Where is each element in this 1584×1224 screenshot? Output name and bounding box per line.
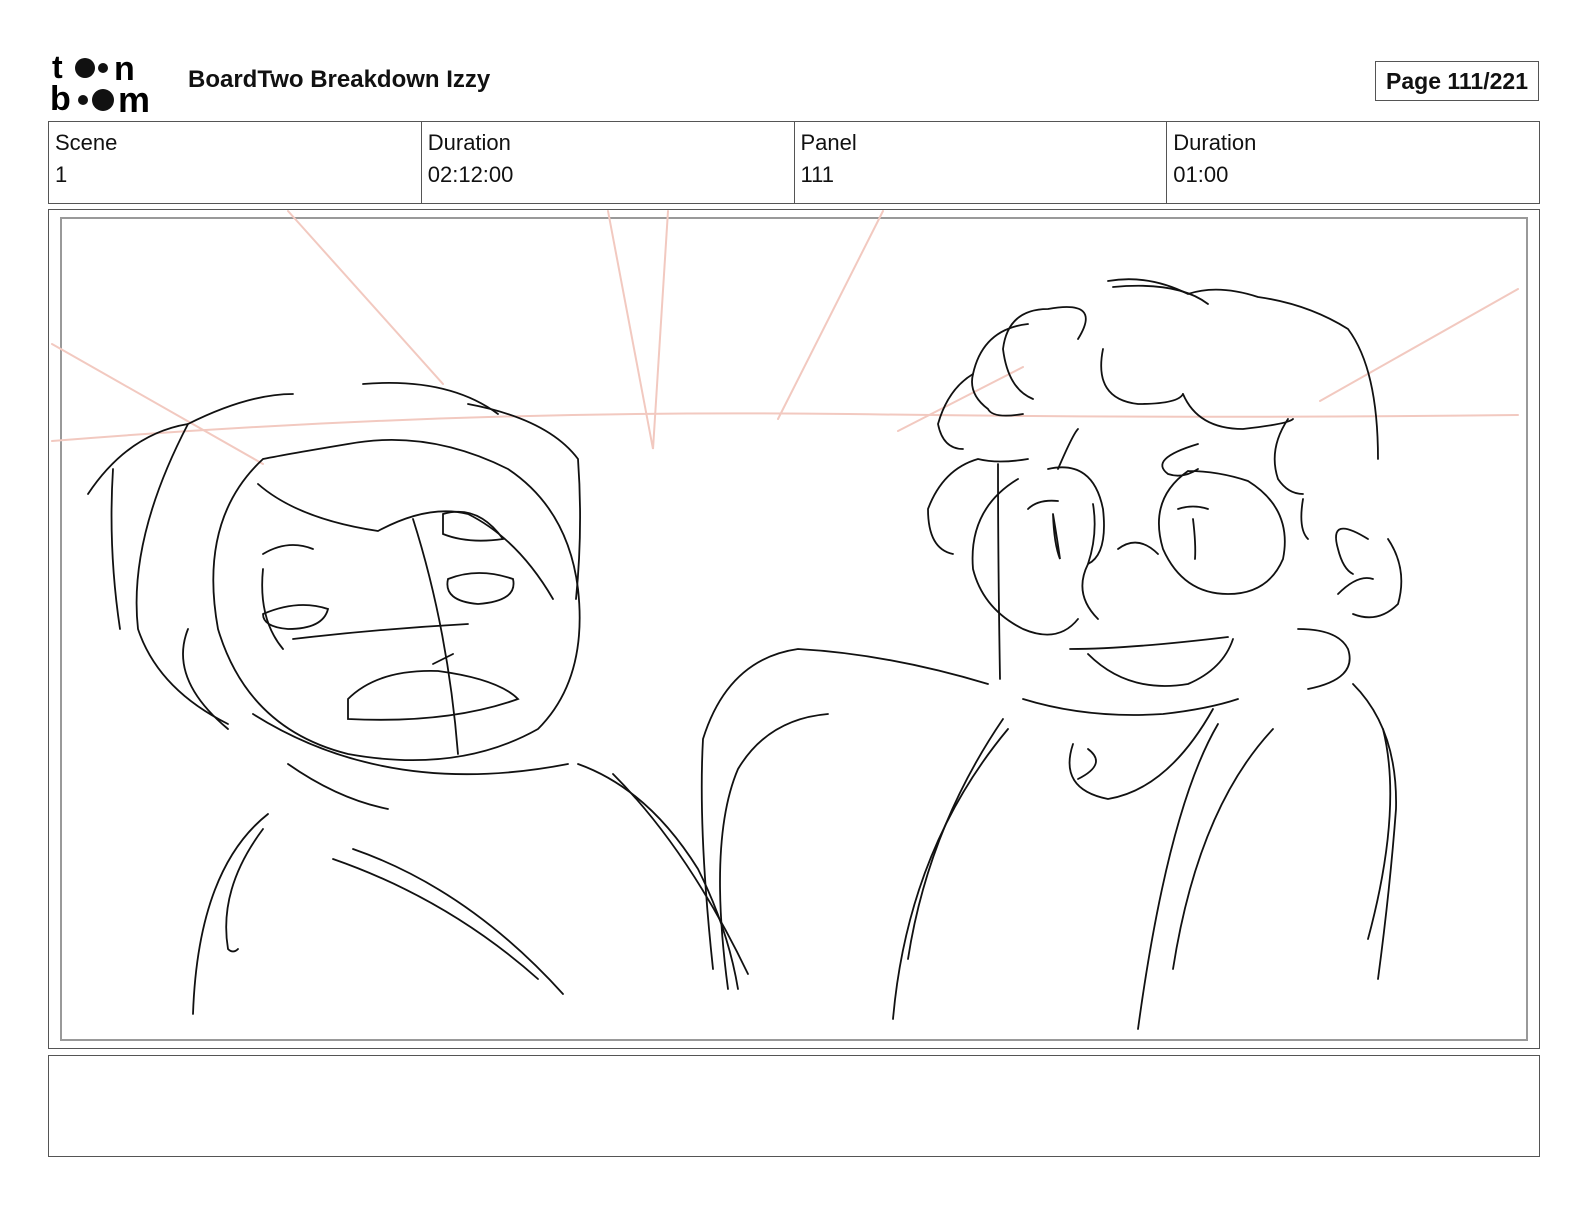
panel-duration-value: 01:00 — [1173, 162, 1229, 187]
panel-duration-cell: Duration 01:00 — [1167, 122, 1539, 203]
scene-label: Scene — [55, 130, 118, 155]
storyboard-sketch — [51, 210, 1519, 1030]
panel-duration-label: Duration — [1173, 130, 1257, 155]
svg-text:b: b — [50, 80, 71, 114]
scene-duration-label: Duration — [427, 130, 511, 155]
storyboard-title: BoardTwo Breakdown Izzy — [188, 66, 491, 93]
svg-text:m: m — [118, 79, 150, 114]
scene-duration-value: 02:12:00 — [427, 162, 514, 187]
scene-duration-cell: Duration 02:12:00 — [422, 122, 795, 203]
perspective-guides — [51, 210, 1519, 465]
scene-cell: Scene 1 — [49, 122, 422, 203]
panel-label: Panel — [800, 130, 857, 155]
scene-value: 1 — [55, 162, 68, 187]
right-character — [700, 278, 1403, 1030]
page-number: Page 111/221 — [1375, 61, 1539, 101]
panel-value: 111 — [800, 162, 834, 187]
toon-boom-logo: t n b m — [50, 50, 150, 114]
left-character — [87, 381, 749, 1015]
panel-notes — [48, 1055, 1540, 1157]
panel-info-table: Scene 1 Duration 02:12:00 Panel 111 Dura… — [48, 121, 1540, 204]
panel-cell: Panel 111 — [795, 122, 1168, 203]
